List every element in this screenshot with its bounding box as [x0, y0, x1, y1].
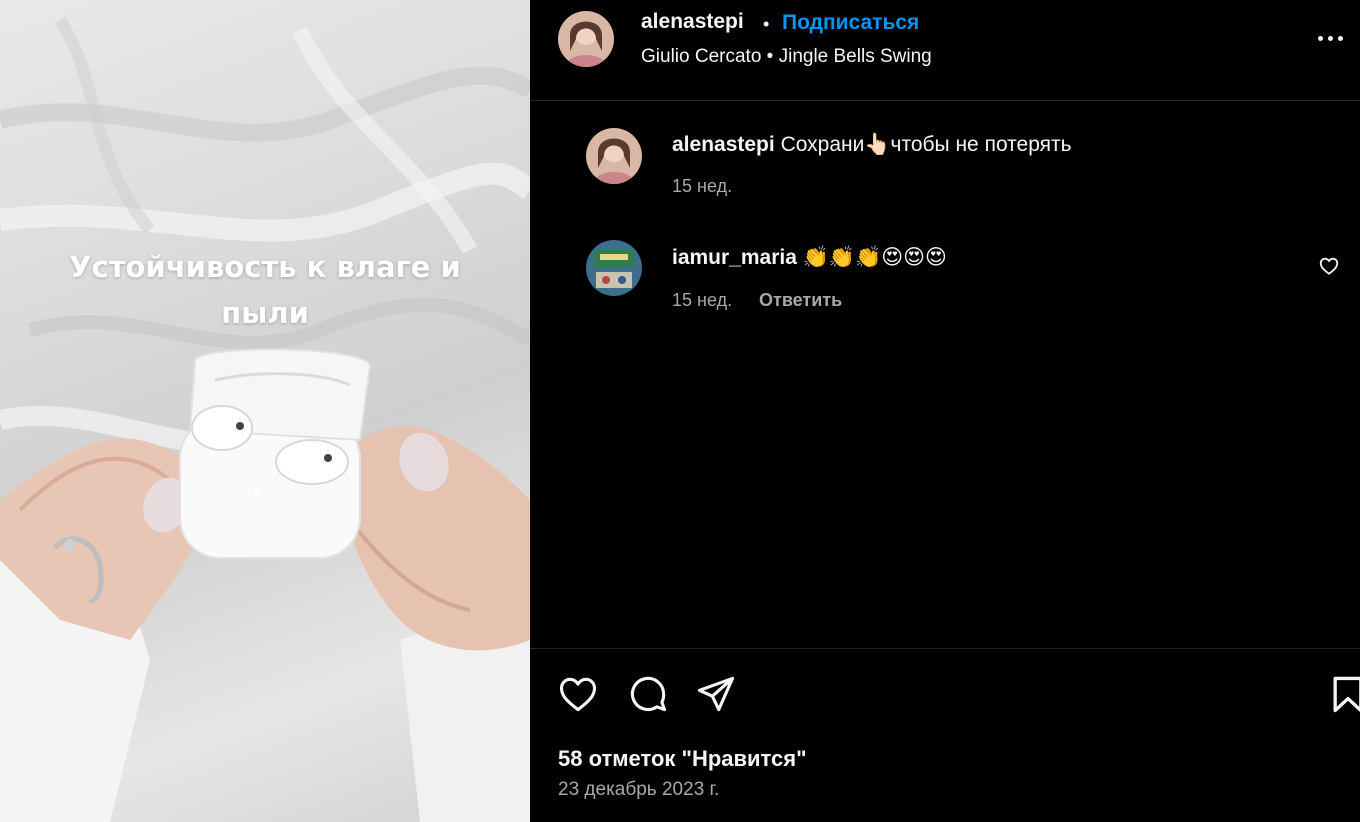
post-date[interactable]: 23 декабрь 2023 г. — [558, 779, 719, 801]
comment-username[interactable]: alenastepi — [672, 133, 775, 156]
author-username[interactable]: alenastepi — [641, 10, 744, 34]
comment-username[interactable]: iamur_maria — [672, 246, 797, 269]
more-horizontal-icon[interactable] — [1314, 20, 1354, 56]
author-avatar[interactable] — [586, 128, 642, 184]
likes-count[interactable]: 58 отметок "Нравится" — [558, 746, 807, 772]
airpods-photo — [0, 16, 530, 822]
reply-button[interactable]: Ответить — [759, 290, 842, 311]
divider — [530, 648, 1360, 649]
audio-track-link[interactable]: Giulio Cercato • Jingle Bells Swing — [641, 46, 932, 68]
comment-text: Сохрани👆🏻чтобы не потерять — [780, 133, 1072, 156]
follow-button[interactable]: Подписаться — [782, 11, 919, 35]
commenter-avatar[interactable] — [586, 240, 642, 296]
author-avatar[interactable] — [558, 11, 614, 67]
comment-heart-icon[interactable] — [1318, 255, 1340, 277]
bookmark-icon[interactable] — [1326, 672, 1360, 716]
separator-dot: • — [763, 14, 770, 34]
comment-timestamp[interactable]: 15 нед. — [672, 176, 732, 197]
post-header: alenastepi • Подписаться Giulio Cercato … — [530, 0, 1360, 101]
share-icon[interactable] — [694, 672, 738, 716]
post-media[interactable]: Устойчивость к влаге и пыли — [0, 0, 530, 822]
comment-text: 👏👏👏😍😍😍 — [802, 246, 947, 269]
post-details-panel: alenastepi • Подписаться Giulio Cercato … — [530, 0, 1360, 822]
comment-icon[interactable] — [626, 672, 670, 716]
media-caption-overlay: Устойчивость к влаге и пыли — [69, 250, 461, 330]
heart-icon[interactable] — [556, 672, 600, 716]
comment-timestamp[interactable]: 15 нед. — [672, 290, 732, 311]
